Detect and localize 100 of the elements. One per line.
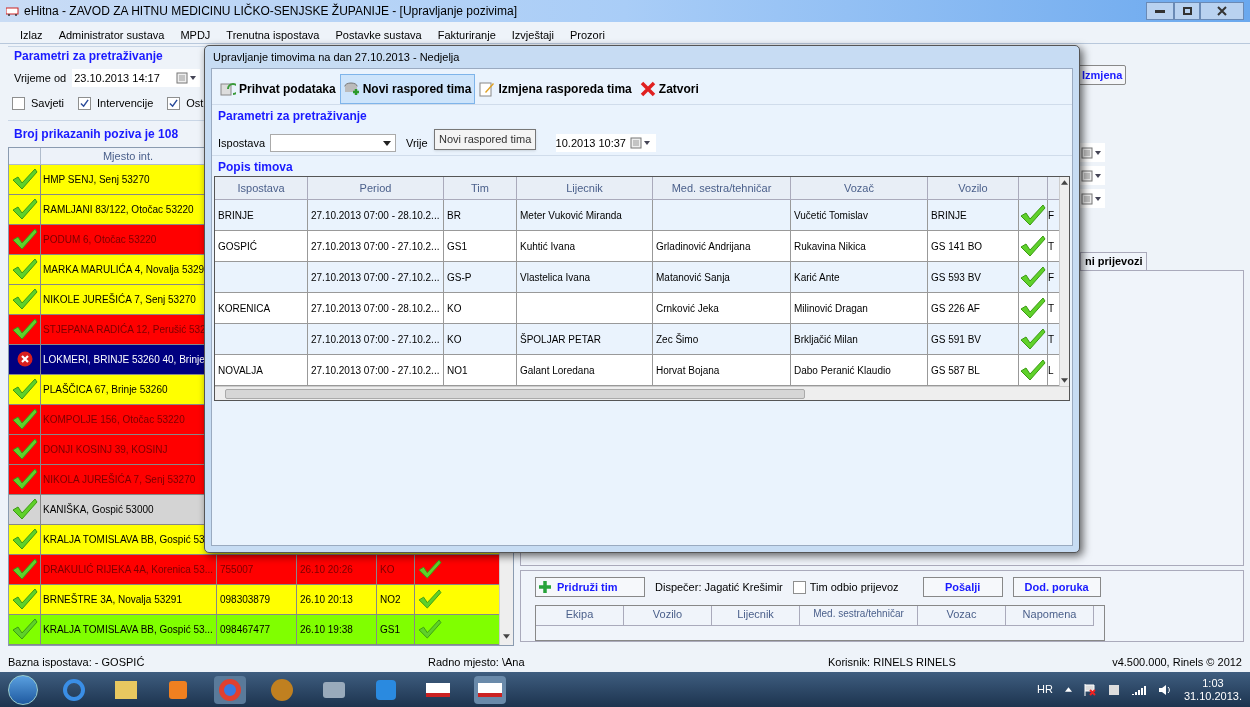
minimize-button[interactable] (1146, 2, 1174, 20)
checkmark-icon (11, 288, 38, 310)
team-row[interactable]: NOVALJA 27.10.2013 07:00 - 27.10.2... NO1 Galant Loredana Horvat Bojana Dabo Peranić Klaudio GS 587 BL L (215, 355, 1059, 386)
table-cell: GS 226 AF (928, 293, 1019, 323)
refresh-icon (220, 80, 236, 97)
table-cell: BRINJE (215, 200, 308, 230)
tray-arrow-icon[interactable] (1064, 687, 1072, 692)
message-button[interactable]: Dod. poruka (1012, 577, 1101, 597)
table-cell-text: NIKOLE JUREŠIĆA 7, Senj 53270 (42, 292, 197, 307)
table-cell: KO (444, 293, 517, 323)
device-icon[interactable] (1107, 683, 1120, 696)
restore-button[interactable] (1174, 2, 1200, 20)
status-text: Bazna ispostava: - GOSPIĆ (8, 654, 146, 670)
column-header[interactable]: Vozilo (928, 177, 1019, 199)
date-field[interactable]: 10.2013 10:37 (555, 134, 656, 152)
table-cell: NOVALJA (215, 355, 308, 385)
team-row[interactable]: KORENICA 27.10.2013 07:00 - 28.10.2... KO Crnković Jeka Milinović Dragan GS 226 AF T (215, 293, 1059, 324)
team-row[interactable]: GOSPIĆ 27.10.2013 07:00 - 27.10.2... GS1 Kuhtić Ivana Grladinović Andrijana Rukavina Nikica GS 141 BO T (215, 231, 1059, 262)
column-header[interactable]: Vozač (791, 177, 928, 199)
date-field[interactable]: 23.10.2013 14:17 (72, 69, 201, 87)
team-row[interactable]: 27.10.2013 07:00 - 27.10.2... KO ŠPOLJAR PETAR Zec Šimo Brkljačić Milan GS 591 BV T (215, 324, 1059, 355)
join-team-button[interactable]: Pridruži tim (535, 577, 645, 597)
column-header[interactable]: Med. sestra/tehničar (800, 606, 918, 626)
table-cell: 27.10.2013 07:00 - 28.10.2... (308, 200, 444, 230)
table-cell: Grladinović Andrijana (653, 231, 791, 261)
calendar-dropdown-icon[interactable] (1081, 146, 1103, 159)
checkbox-label: Tim odbio prijevoz (809, 579, 899, 595)
menu-item[interactable]: Izvještaji (511, 27, 554, 43)
toolbar-button[interactable]: Izmjena rasporeda tima (475, 73, 636, 104)
close-button[interactable] (1200, 2, 1244, 20)
send-button[interactable]: Pošalji (922, 577, 1003, 597)
checkbox-label: Ost (186, 96, 204, 111)
toolbar-button[interactable]: Zatvori (635, 73, 703, 104)
add-database-icon (343, 80, 360, 97)
toolbar-button[interactable]: Novi raspored tima (339, 73, 476, 104)
filter-checkbox[interactable] (78, 96, 92, 110)
status-text: v4.500.000, Rinels © 2012 (1112, 654, 1242, 670)
tab[interactable]: ni prijevozi (1080, 252, 1148, 270)
menu-item[interactable]: Postavke sustava (335, 27, 422, 43)
table-cell-text: NIKOLA JUREŠIĆA 7, Senj 53270 (42, 472, 197, 487)
table-cell-text: T (1048, 239, 1056, 254)
close-icon (639, 80, 656, 97)
edit-button[interactable]: Izmjena (1078, 65, 1127, 85)
menu-item[interactable]: Administrator sustava (58, 27, 165, 43)
scrollbar[interactable] (1059, 177, 1069, 386)
start-button[interactable] (8, 674, 38, 705)
table-cell-text: HMP SENJ, Senj 53270 (42, 172, 151, 187)
column-header[interactable]: Ispostava (215, 177, 308, 199)
table-cell: Dabo Peranić Klaudio (791, 355, 928, 385)
scroll-up-icon[interactable] (1061, 180, 1068, 185)
table-cell: BRINJE (928, 200, 1019, 230)
toolbar-button[interactable]: Prihvat podataka (216, 73, 340, 104)
table-cell: Zec Šimo (653, 324, 791, 354)
signal-icon[interactable] (1131, 684, 1146, 695)
field-label: Vrije (406, 135, 428, 151)
table-cell: 27.10.2013 07:00 - 27.10.2... (308, 355, 444, 385)
horizontal-scrollbar[interactable] (215, 386, 1069, 400)
filter-checkbox[interactable] (12, 96, 25, 110)
calendar-dropdown-icon[interactable] (1081, 192, 1103, 205)
column-header[interactable]: Period (308, 177, 444, 199)
menu-item[interactable]: Fakturiranje (437, 27, 496, 43)
table-cell: NO1 (444, 355, 517, 385)
checkmark-icon (11, 168, 38, 190)
scroll-down-icon[interactable] (503, 633, 510, 639)
calendar-dropdown-icon[interactable] (1081, 169, 1103, 182)
table-cell-text: MARKA MARULIĆA 4, Novalja 5329 (42, 262, 206, 277)
filter-checkbox[interactable] (167, 96, 181, 110)
table-cell: 755007 (216, 554, 296, 584)
clock[interactable]: 1:03 31.10.2013. (1183, 676, 1242, 703)
menu-item[interactable]: MPDJ (180, 27, 211, 43)
column-header[interactable]: Napomena (1006, 606, 1094, 626)
call-row[interactable]: KRALJA TOMISLAVA BB, Gospić 53... 098467477 26.10 19:38 GS1 (9, 614, 499, 645)
table-cell-text: PODUM 6, Otočac 53220 (42, 232, 158, 247)
plus-icon (539, 581, 551, 593)
table-cell: Kuhtić Ivana (517, 231, 653, 261)
menu-item[interactable]: Izlaz (20, 27, 43, 43)
column-header[interactable]: Ekipa (536, 606, 624, 626)
column-header[interactable]: Tim (444, 177, 517, 199)
language-indicator[interactable]: HR (1037, 681, 1053, 698)
team-row[interactable]: 27.10.2013 07:00 - 27.10.2... GS-P Vlastelica Ivana Matanović Sanja Karić Ante GS 593 BV F (215, 262, 1059, 293)
column-header[interactable]: Lijecnik (517, 177, 653, 199)
table-cell: GS1 (444, 231, 517, 261)
table-cell: Karić Ante (791, 262, 928, 292)
column-header[interactable]: Lijecnik (712, 606, 800, 626)
column-header[interactable]: Vozilo (624, 606, 712, 626)
call-row[interactable]: BRNEŠTRE 3A, Novalja 53291 098303879 26.10 20:13 NO2 (9, 584, 499, 615)
flag-icon[interactable] (1083, 683, 1096, 696)
menu-item[interactable]: Trenutna ispostava (226, 27, 320, 43)
refused-checkbox[interactable] (792, 580, 806, 594)
table-cell: 27.10.2013 07:00 - 27.10.2... (308, 324, 444, 354)
calendar-dropdown-icon[interactable] (176, 72, 199, 84)
window-title: eHitna - ZAVOD ZA HITNU MEDICINU LIČKO-SENJSKE ŽUPANIJE - [Upravljanje pozivima] (24, 2, 517, 20)
volume-icon[interactable] (1157, 683, 1172, 696)
column-header[interactable]: Med. sestra/tehničar (653, 177, 791, 199)
team-row[interactable]: BRINJE 27.10.2013 07:00 - 28.10.2... BR Meter Vuković Miranda Vučetić Tomislav BRINJE F (215, 200, 1059, 231)
table-cell-text: F (1048, 208, 1056, 223)
scroll-down-icon[interactable] (1061, 378, 1068, 383)
calendar-dropdown-icon[interactable] (629, 137, 652, 149)
menu-item[interactable]: Prozori (570, 27, 605, 43)
column-header[interactable]: Vozac (918, 606, 1006, 626)
